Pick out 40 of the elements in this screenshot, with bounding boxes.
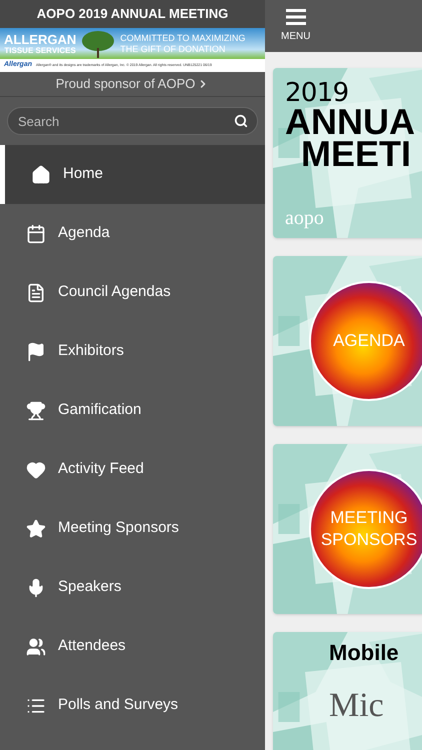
search-field[interactable]: Search — [7, 107, 258, 135]
menu-item[interactable]: Agenda — [0, 204, 265, 263]
menu-item[interactable]: Polls and Surveys — [0, 676, 265, 735]
menu-item[interactable]: Exhibitors — [0, 322, 265, 381]
flag-icon — [26, 342, 46, 362]
banner-brand-sub: TISSUE SERVICES — [4, 46, 76, 54]
tile-brand: aopo — [285, 208, 325, 228]
calendar-icon — [26, 224, 46, 244]
menu-item[interactable]: Gamification — [0, 381, 265, 440]
menu-item[interactable]: Attendees — [0, 617, 265, 676]
tile-label: MEETING — [330, 507, 408, 529]
home-tile[interactable]: 2019 ANNUA MEETI aopo — [273, 68, 422, 238]
menu-icon — [286, 8, 306, 24]
tile-text: Mic — [329, 689, 385, 723]
tile-year: 2019 — [285, 80, 350, 106]
home-icon — [31, 164, 51, 184]
trophy-icon — [26, 400, 46, 420]
menu-item[interactable]: Meeting Sponsors — [0, 499, 265, 558]
tile-label: SPONSORS — [320, 529, 418, 551]
banner-slogan: COMMITTED TO MAXIMIZING — [120, 32, 246, 44]
star-icon — [26, 518, 46, 538]
banner-brand: ALLERGAN — [4, 32, 76, 46]
banner-slogan: THE GIFT OF DONATION — [120, 44, 226, 54]
tile-heading: Mobile — [329, 639, 400, 667]
menu-item[interactable]: Speakers — [0, 558, 265, 617]
tile-heading: MEETI — [301, 138, 412, 170]
menu-item[interactable]: Council Agendas — [0, 263, 265, 322]
sponsor-link[interactable]: Proud sponsor of AOPO — [0, 72, 265, 97]
menu-item[interactable]: Home — [0, 145, 265, 204]
menu-button[interactable]: MENU — [281, 8, 310, 44]
tile-label: AGENDA — [333, 330, 405, 352]
search-icon — [234, 114, 248, 128]
document-icon — [26, 282, 46, 302]
menu-item[interactable]: Activity Feed — [0, 440, 265, 499]
heart-icon — [26, 460, 46, 480]
tile-heading: ANNUA — [285, 106, 416, 138]
tree-icon — [80, 30, 116, 58]
event-title: AOPO 2019 ANNUAL MEETING — [36, 5, 228, 24]
users-icon — [26, 636, 46, 656]
home-tile[interactable]: Mobile Mic — [273, 632, 422, 750]
